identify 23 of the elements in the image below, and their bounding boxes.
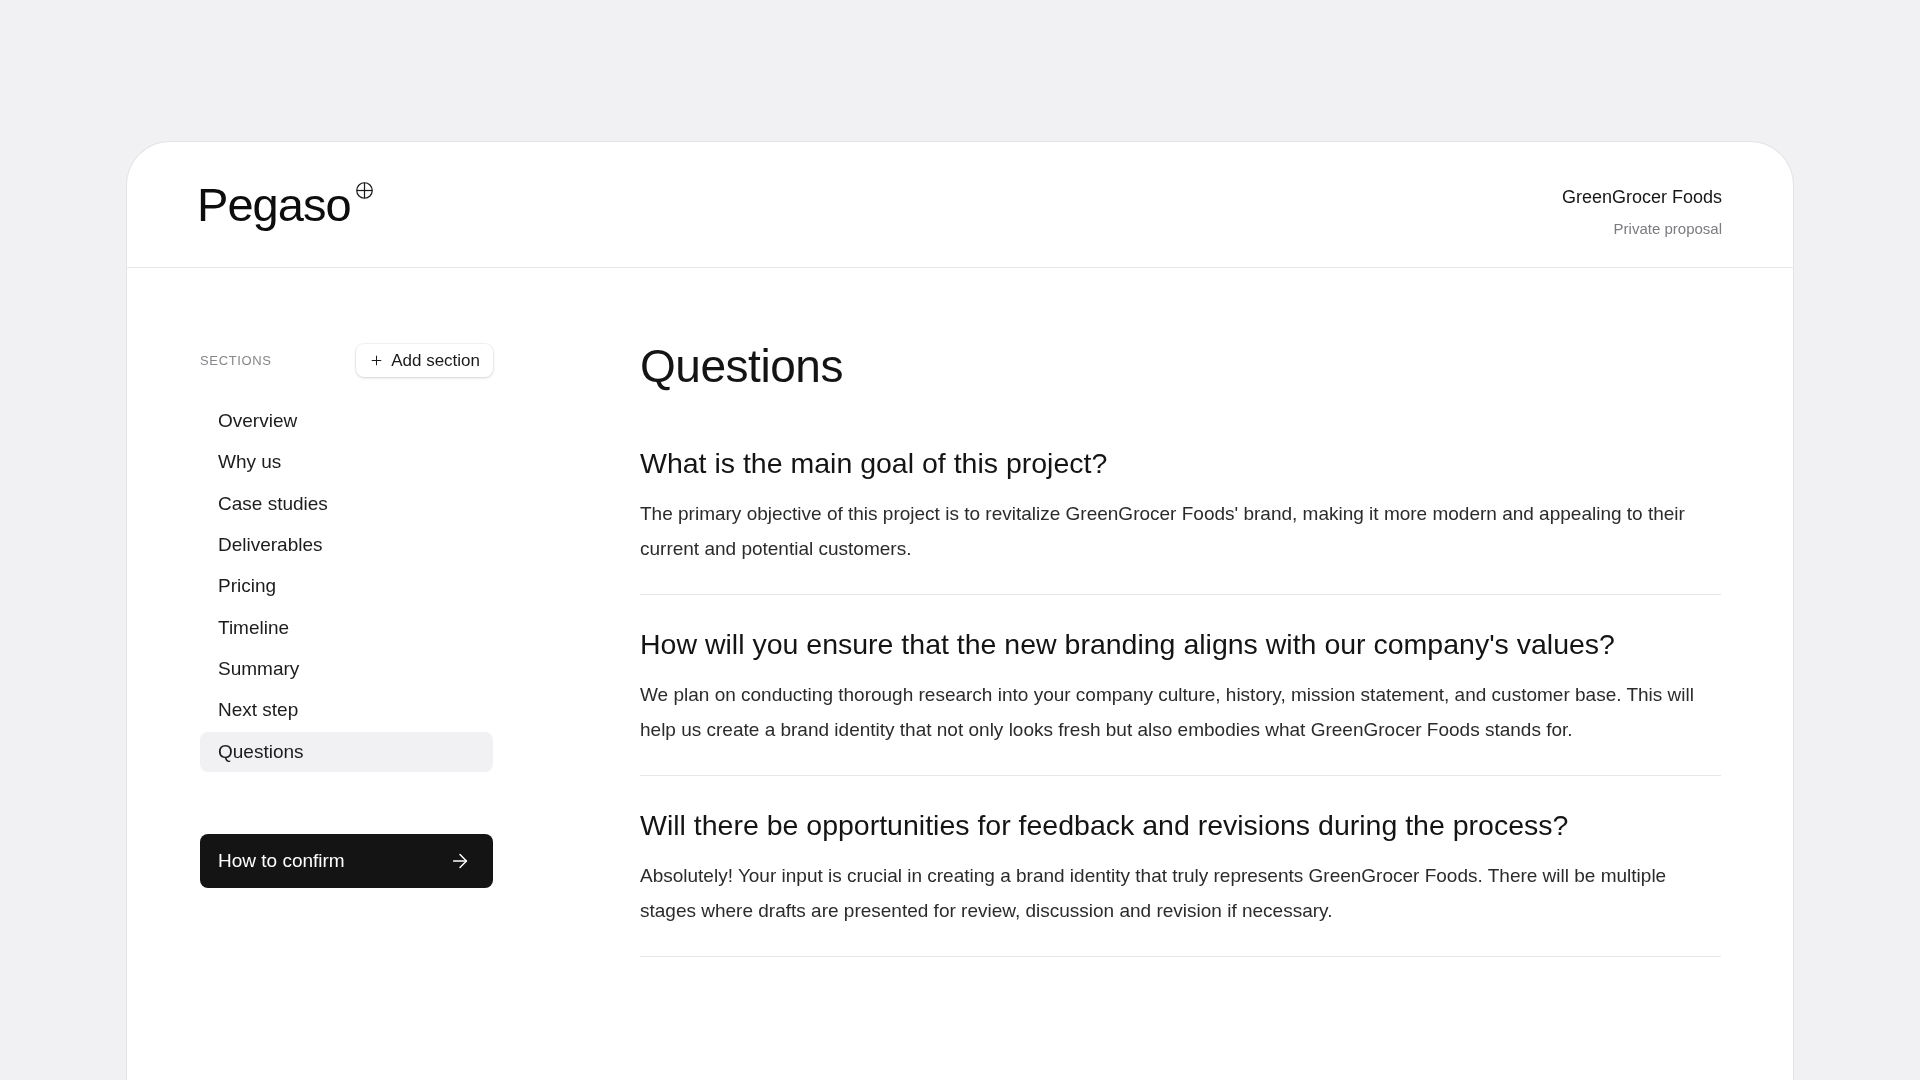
nav-item[interactable]: Timeline — [200, 607, 493, 648]
question-heading: Will there be opportunities for feedback and revisions during the process? — [640, 808, 1570, 843]
question-heading: What is the main goal of this project? — [640, 446, 1109, 481]
page-title: Questions — [640, 339, 844, 394]
circle-plus-icon — [355, 182, 373, 199]
nav-item[interactable]: Pricing — [200, 566, 493, 607]
add-section-button[interactable]: Add section — [356, 344, 493, 377]
nav-item[interactable]: Deliverables — [200, 525, 493, 566]
proposal-label: Private proposal — [1613, 218, 1722, 239]
answer-text: We plan on conducting thorough research into your company culture, history, mission statement, and customer base. This will help us create a brand identity that not only looks fresh but also embodies what GreenGrocer Foods stands for. — [640, 683, 1695, 742]
plus-icon — [369, 353, 385, 368]
nav-item[interactable]: Next step — [200, 690, 493, 731]
confirm-button[interactable]: How to confirm — [200, 834, 493, 889]
client-name: GreenGrocer Foods — [1561, 185, 1722, 209]
section-label: SECTIONS — [200, 351, 272, 370]
nav-item[interactable]: Summary — [200, 649, 493, 690]
answer-text: The primary objective of this project is to revitalize GreenGrocer Foods' brand, making it more modern and appealing to their current and potential customers. — [640, 502, 1686, 561]
answer-text: Absolutely! Your input is crucial in creating a brand identity that truly represents GreenGrocer Foods. There will be multiple stages where drafts are presented for review, discussion and revision if necessary. — [640, 864, 1668, 923]
question-heading: How will you ensure that the new branding aligns with our company's values? — [640, 627, 1616, 662]
nav-item[interactable]: Overview — [200, 401, 493, 441]
nav-item[interactable]: Case studies — [200, 483, 493, 524]
nav-item[interactable]: Questions — [200, 732, 493, 773]
nav-item[interactable]: Why us — [200, 442, 493, 483]
